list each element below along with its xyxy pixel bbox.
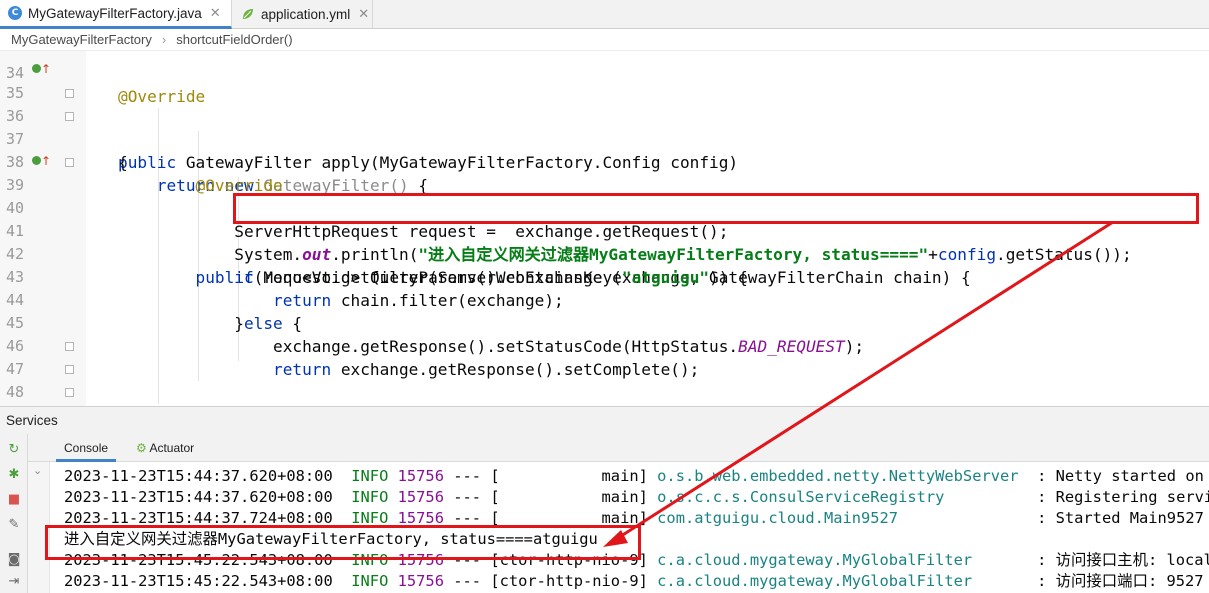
tab-console-label: Console: [64, 441, 109, 455]
code-line: 39 ↑ public Mono<Void> filter(ServerWebE…: [0, 151, 1209, 287]
fold-marker-icon[interactable]: [65, 89, 74, 98]
exit-icon[interactable]: ⇥: [6, 574, 22, 590]
close-icon[interactable]: ✕: [210, 5, 221, 21]
chevron-down-icon[interactable]: ⌄: [33, 464, 42, 477]
tab-actuator-label: Actuator: [149, 441, 195, 455]
rerun-icon[interactable]: ↻: [6, 442, 22, 458]
breadcrumb-separator: ›: [161, 32, 167, 47]
console-line: 2023-11-23T15:44:37.620+08:00 INFO 15756…: [64, 467, 1204, 485]
code-line: 38 @Override: [0, 128, 1209, 195]
tab-console[interactable]: Console: [56, 434, 117, 462]
fold-marker-icon[interactable]: [65, 365, 74, 374]
code-editor[interactable]: 34 @Override 35 ↑ public GatewayFilter a…: [0, 51, 1209, 406]
code-line: 35 ↑ public GatewayFilter apply(MyGatewa…: [0, 59, 1209, 172]
services-toolbar: ↻ ✱ ■ ✎ ◙ ⇥: [0, 434, 28, 593]
stop-icon[interactable]: ■: [6, 492, 22, 508]
override-up-arrow-icon: ↑: [41, 62, 52, 76]
code-line: 47 }: [0, 335, 1209, 378]
tab-label: MyGatewayFilterFactory.java: [28, 5, 202, 21]
code-line: 36 {: [0, 82, 1209, 172]
yaml-leaf-icon: [243, 9, 253, 19]
tab-application-yml[interactable]: application.yml ✕: [233, 0, 373, 28]
editor-tab-bar: C MyGatewayFilterFactory.java ✕ applicat…: [0, 0, 1209, 29]
wrench-icon[interactable]: ✎: [6, 517, 22, 533]
code-line: 48 }: [0, 358, 1209, 401]
services-panel-header: Services: [0, 406, 1209, 434]
override-up-arrow-icon: ↑: [41, 154, 52, 168]
fold-marker-icon[interactable]: [65, 112, 74, 121]
console-line: 2023-11-23T15:44:37.620+08:00 INFO 15756…: [64, 488, 1209, 506]
console-line: 2023-11-23T15:45:22.543+08:00 INFO 15756…: [64, 572, 1204, 590]
debug-icon[interactable]: ✱: [6, 467, 22, 483]
close-icon[interactable]: ✕: [358, 6, 369, 22]
code-line: 37 return new GatewayFilter() {: [0, 105, 1209, 195]
code-line: 46 return exchange.getResponse().setComp…: [0, 312, 1209, 379]
implements-method-icon[interactable]: [32, 156, 41, 165]
tab-label: application.yml: [261, 6, 351, 22]
annotation-box-console-output: [45, 525, 641, 560]
implements-method-icon[interactable]: [32, 64, 41, 73]
code-line: 45 exchange.getResponse().setStatusCode(…: [0, 289, 1209, 356]
breadcrumb-method[interactable]: shortcutFieldOrder(): [176, 32, 292, 47]
tab-mygatewayfilterfactory-java[interactable]: C MyGatewayFilterFactory.java ✕: [0, 0, 232, 29]
console-tabs: Console ⚙ Actuator: [28, 434, 1209, 462]
code-line: 49 };: [0, 381, 1209, 404]
code-line: 43 return chain.filter(exchange);: [0, 243, 1209, 310]
fold-marker-icon[interactable]: [65, 158, 74, 167]
annotation-box-println: [233, 193, 1199, 224]
breadcrumb-class[interactable]: MyGatewayFilterFactory: [11, 32, 152, 47]
fold-marker-icon[interactable]: [65, 388, 74, 397]
fold-marker-icon[interactable]: [65, 342, 74, 351]
camera-icon[interactable]: ◙: [6, 552, 22, 568]
breadcrumb: MyGatewayFilterFactory › shortcutFieldOr…: [0, 29, 1209, 51]
code-line: 44 }else {: [0, 266, 1209, 333]
actuator-icon: ⚙: [136, 441, 147, 455]
java-class-icon: C: [8, 6, 22, 20]
tab-actuator[interactable]: ⚙ Actuator: [128, 434, 202, 462]
services-title: Services: [6, 413, 58, 428]
